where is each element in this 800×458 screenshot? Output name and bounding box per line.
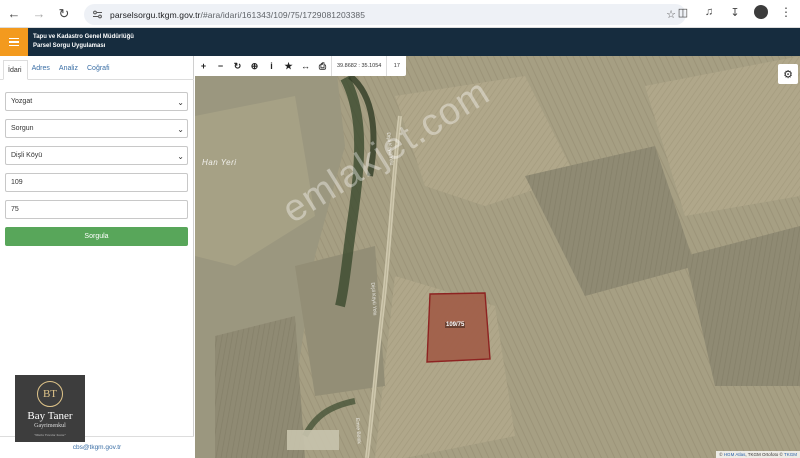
locate-icon[interactable]: ⊕ (246, 56, 263, 76)
browser-menu-icon[interactable]: ⋮ (780, 5, 792, 19)
ada-input-value: 109 (11, 179, 23, 186)
parsel-input-value: 75 (11, 206, 19, 213)
zoom-level: 17 (386, 56, 406, 76)
measure-icon[interactable]: ↔ (297, 56, 314, 76)
app-title-line1: Tapu ve Kadastro Genel Müdürlüğü (33, 34, 134, 40)
address-bar[interactable]: parselsorgu.tkgm.gov.tr/#ara/idari/16134… (84, 4, 686, 25)
info-icon[interactable]: i (263, 56, 280, 76)
il-select-value: Yozgat (11, 98, 33, 105)
map-toolbar: + − ↻ ⊕ i ★ ↔ ⎙ 39.8682 : 35.1054 17 (195, 56, 407, 76)
refresh-icon[interactable]: ↻ (229, 56, 246, 76)
mahalle-select-value: Dişli Köyü (11, 152, 43, 159)
agency-logo: BT Bay Taner Gayrimenkul "Mutlu Yuvalar … (15, 375, 85, 442)
favorite-star-icon[interactable]: ★ (280, 56, 297, 76)
tab-adres[interactable]: Adres (28, 59, 55, 79)
url-host: parselsorgu.tkgm.gov.tr (110, 9, 201, 20)
logo-monogram: BT (37, 381, 63, 407)
forward-icon[interactable]: → (28, 3, 50, 25)
satellite-imagery (195, 56, 800, 458)
attribution-prefix: © (719, 452, 723, 457)
logo-name: Bay Taner (27, 410, 73, 422)
extensions-icon[interactable]: ◫ (676, 5, 690, 19)
chevron-down-icon: ⌄ (177, 125, 184, 134)
app-title: Tapu ve Kadastro Genel Müdürlüğü Parsel … (33, 33, 134, 51)
mahalle-select[interactable]: Dişli Köyü ⌄ (5, 146, 188, 165)
place-label: Han Yeri (202, 158, 237, 167)
logo-tagline: "Mutlu Yuvalar Kurar" (33, 433, 67, 437)
parcel-label[interactable]: 109/75 (445, 322, 466, 328)
zoom-out-icon[interactable]: − (212, 56, 229, 76)
bookmark-star-icon[interactable]: ☆ (666, 8, 676, 21)
hamburger-menu-icon[interactable] (0, 28, 28, 56)
chevron-down-icon: ⌄ (177, 152, 184, 161)
parsel-input[interactable]: 75 (5, 200, 188, 219)
url-text: parselsorgu.tkgm.gov.tr/#ara/idari/16134… (110, 10, 365, 20)
sorgula-button[interactable]: Sorgula (5, 227, 188, 246)
url-path: /#ara/idari/161343/109/75/1729081203385 (200, 9, 366, 20)
app-header: Tapu ve Kadastro Genel Müdürlüğü Parsel … (0, 28, 800, 56)
settings-gear-icon[interactable]: ⚙ (778, 64, 798, 84)
ilce-select[interactable]: Sorgun ⌄ (5, 119, 188, 138)
tab-idari[interactable]: İdari (3, 60, 28, 80)
media-control-icon[interactable]: ♫ (702, 5, 716, 19)
search-tabs: İdari Adres Analiz Coğrafi (0, 56, 194, 80)
download-icon[interactable]: ↧ (728, 5, 742, 19)
ada-input[interactable]: 109 (5, 173, 188, 192)
ilce-select-value: Sorgun (11, 125, 34, 132)
footer-email-link[interactable]: cbs@tkgm.gov.tr (0, 444, 194, 451)
site-info-icon[interactable] (92, 9, 104, 21)
back-icon[interactable]: ← (3, 3, 25, 25)
chevron-down-icon: ⌄ (177, 98, 184, 107)
logo-subtitle: Gayrimenkul (34, 423, 66, 429)
reload-icon[interactable]: ↻ (53, 3, 75, 25)
attribution-link-tkgm[interactable]: TKGM (784, 452, 797, 457)
tab-cografi[interactable]: Coğrafi (83, 59, 115, 79)
map-view[interactable]: emlakjet.com Han Yeri Dişli Köyü Yolu Di… (195, 56, 800, 458)
attribution-text: , TKGM Ortofoto © (745, 452, 783, 457)
coordinate-readout: 39.8682 : 35.1054 (331, 56, 386, 76)
il-select[interactable]: Yozgat ⌄ (5, 92, 188, 111)
browser-toolbar: ← → ↻ ⌂ parselsorgu.tkgm.gov.tr/#ara/ida… (0, 0, 800, 28)
profile-avatar[interactable] (754, 5, 768, 19)
app-title-line2: Parsel Sorgu Uygulaması (33, 43, 106, 49)
zoom-in-icon[interactable]: + (195, 56, 212, 76)
print-icon[interactable]: ⎙ (314, 56, 331, 76)
map-attribution: © HGM Atlas, TKGM Ortofoto © TKGM (716, 451, 800, 458)
attribution-link-hgm[interactable]: HGM Atlas (724, 452, 746, 457)
tab-analiz[interactable]: Analiz (55, 59, 83, 79)
